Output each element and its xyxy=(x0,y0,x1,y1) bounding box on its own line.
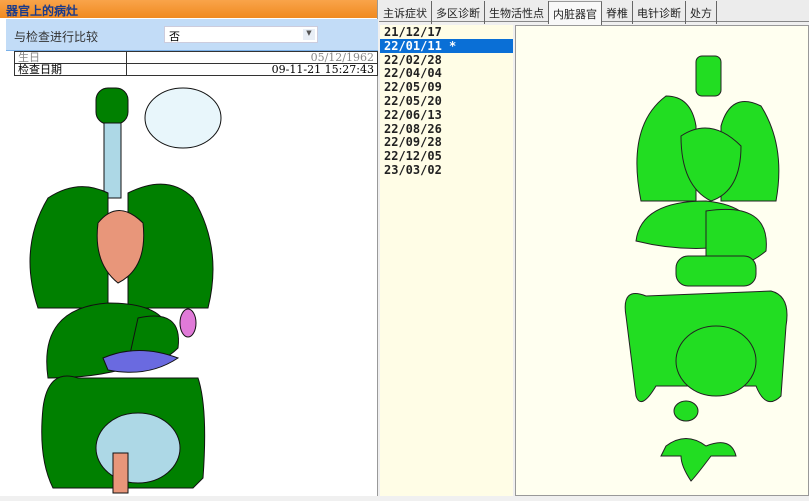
list-item[interactable]: 23/03/02 xyxy=(380,163,513,177)
list-item[interactable]: 22/09/28 xyxy=(380,135,513,149)
pancreas[interactable] xyxy=(675,255,757,287)
exam-date-list[interactable]: 21/12/17 22/01/11 * 22/02/28 22/04/04 22… xyxy=(380,25,513,496)
left-lung[interactable] xyxy=(29,186,109,309)
brain[interactable] xyxy=(144,87,222,149)
patient-info-table: 生日 05/12/1962 检查日期 09-11-21 15:27:43 xyxy=(14,51,378,76)
tab-prescription[interactable]: 处方 xyxy=(686,1,717,24)
list-item[interactable]: 22/02/28 xyxy=(380,53,513,67)
organ-diagram-left[interactable] xyxy=(8,78,238,496)
thyroid[interactable] xyxy=(695,55,722,97)
info-value: 09-11-21 15:27:43 xyxy=(126,63,378,76)
tab-electro-acupuncture[interactable]: 电针诊断 xyxy=(633,1,686,24)
list-item[interactable]: 22/06/13 xyxy=(380,108,513,122)
chevron-down-icon[interactable]: ▼ xyxy=(303,29,315,40)
list-item[interactable]: 22/12/05 xyxy=(380,149,513,163)
compare-value: 否 xyxy=(169,30,180,43)
list-item[interactable]: 22/05/20 xyxy=(380,94,513,108)
tab-bar: 主诉症状 多区诊断 生物活性点 内脏器官 脊椎 电针诊断 处方 xyxy=(379,0,809,25)
info-label: 生日 xyxy=(14,51,127,64)
rectum[interactable] xyxy=(112,452,129,494)
info-value: 05/12/1962 xyxy=(126,51,378,64)
tab-internal-organs[interactable]: 内脏器官 xyxy=(549,1,602,25)
list-item[interactable]: 22/01/11 * xyxy=(380,38,513,53)
small-intestine[interactable] xyxy=(675,325,757,397)
trachea[interactable] xyxy=(103,122,122,199)
list-item[interactable]: 22/05/09 xyxy=(380,80,513,94)
list-item[interactable]: 21/12/17 xyxy=(380,25,513,39)
thyroid[interactable] xyxy=(95,87,129,125)
info-label: 检查日期 xyxy=(14,63,127,76)
uterus[interactable] xyxy=(660,438,737,482)
organ-diagram-right xyxy=(515,25,809,496)
panel-title: 器官上的病灶 xyxy=(0,0,377,18)
table-row: 检查日期 09-11-21 15:27:43 xyxy=(14,63,378,76)
list-item[interactable]: 22/08/26 xyxy=(380,122,513,136)
tab-complaints[interactable]: 主诉症状 xyxy=(379,1,432,24)
tab-bio-points[interactable]: 生物活性点 xyxy=(485,1,549,24)
tab-spine[interactable]: 脊椎 xyxy=(602,1,633,24)
compare-label: 与检查进行比较 xyxy=(14,30,99,44)
small-intestine[interactable] xyxy=(95,412,181,484)
organ-lesions-panel: 器官上的病灶 与检查进行比较 否 ▼ 生日 05/12/1962 检查日期 09-11… xyxy=(0,0,378,496)
list-item[interactable]: 22/04/04 xyxy=(380,66,513,80)
compare-bar: 与检查进行比较 否 ▼ xyxy=(6,19,378,51)
spleen[interactable] xyxy=(179,308,197,338)
compare-select[interactable]: 否 ▼ xyxy=(164,26,318,43)
tab-multi-zone[interactable]: 多区诊断 xyxy=(432,1,485,24)
table-row: 生日 05/12/1962 xyxy=(14,51,378,64)
bladder[interactable] xyxy=(673,400,699,422)
